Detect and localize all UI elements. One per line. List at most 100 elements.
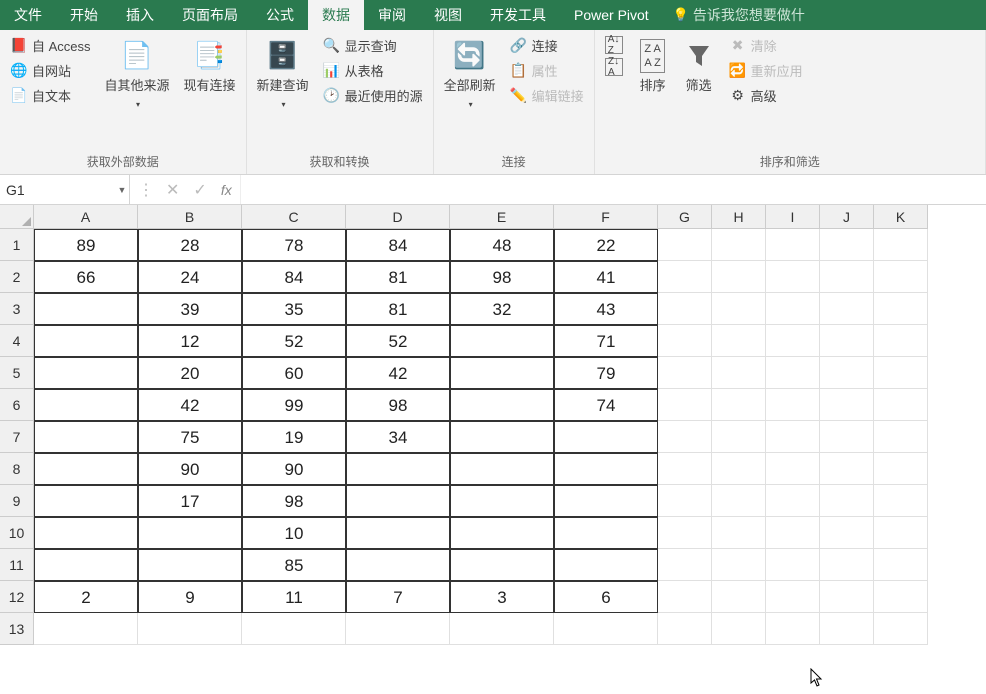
cell-F12[interactable]: 6 [554,581,658,613]
formula-input[interactable] [241,175,986,204]
cell-A2[interactable]: 66 [34,261,138,293]
cell-C7[interactable]: 19 [242,421,346,453]
sf-2[interactable]: ⚙高级 [725,84,807,107]
cell-J8[interactable] [820,453,874,485]
col-header-J[interactable]: J [820,205,874,229]
row-header-8[interactable]: 8 [0,453,34,485]
cell-I13[interactable] [766,613,820,645]
external-2[interactable]: 📄自文本 [6,84,95,107]
cell-C5[interactable]: 60 [242,357,346,389]
cell-K3[interactable] [874,293,928,325]
cell-D12[interactable]: 7 [346,581,450,613]
cell-A4[interactable] [34,325,138,357]
cell-A11[interactable] [34,549,138,581]
col-header-D[interactable]: D [346,205,450,229]
cell-C6[interactable]: 99 [242,389,346,421]
cell-F11[interactable] [554,549,658,581]
cell-G7[interactable] [658,421,712,453]
cell-D5[interactable]: 42 [346,357,450,389]
cell-E7[interactable] [450,421,554,453]
cell-F4[interactable]: 71 [554,325,658,357]
row-header-12[interactable]: 12 [0,581,34,613]
cell-E11[interactable] [450,549,554,581]
cell-I9[interactable] [766,485,820,517]
col-header-A[interactable]: A [34,205,138,229]
cell-H12[interactable] [712,581,766,613]
cell-H8[interactable] [712,453,766,485]
filter[interactable]: 筛选 [679,34,719,97]
cell-B2[interactable]: 24 [138,261,242,293]
cell-J4[interactable] [820,325,874,357]
cell-F6[interactable]: 74 [554,389,658,421]
cell-I12[interactable] [766,581,820,613]
cell-C1[interactable]: 78 [242,229,346,261]
cell-K1[interactable] [874,229,928,261]
cell-I2[interactable] [766,261,820,293]
cell-B4[interactable]: 12 [138,325,242,357]
cell-F7[interactable] [554,421,658,453]
row-header-3[interactable]: 3 [0,293,34,325]
cell-K11[interactable] [874,549,928,581]
menu-tab-审阅[interactable]: 审阅 [364,0,420,30]
cell-K9[interactable] [874,485,928,517]
dots-icon[interactable]: ⋮ [138,180,152,200]
cell-I5[interactable] [766,357,820,389]
cell-E2[interactable]: 98 [450,261,554,293]
col-header-K[interactable]: K [874,205,928,229]
cell-F10[interactable] [554,517,658,549]
cell-B12[interactable]: 9 [138,581,242,613]
menu-tab-插入[interactable]: 插入 [112,0,168,30]
cell-D10[interactable] [346,517,450,549]
cell-I6[interactable] [766,389,820,421]
cell-H11[interactable] [712,549,766,581]
cell-K5[interactable] [874,357,928,389]
cell-H4[interactable] [712,325,766,357]
cell-B7[interactable]: 75 [138,421,242,453]
cell-B5[interactable]: 20 [138,357,242,389]
cell-B8[interactable]: 90 [138,453,242,485]
cell-H1[interactable] [712,229,766,261]
cell-J1[interactable] [820,229,874,261]
gt-0[interactable]: 🔍显示查询 [319,34,427,57]
enter-icon[interactable]: ✓ [193,180,206,200]
cell-C8[interactable]: 90 [242,453,346,485]
menu-tab-Power Pivot[interactable]: Power Pivot [560,0,663,30]
col-header-C[interactable]: C [242,205,346,229]
cell-C4[interactable]: 52 [242,325,346,357]
menu-tab-公式[interactable]: 公式 [252,0,308,30]
cell-J12[interactable] [820,581,874,613]
cell-E6[interactable] [450,389,554,421]
cell-C3[interactable]: 35 [242,293,346,325]
col-header-G[interactable]: G [658,205,712,229]
cell-J9[interactable] [820,485,874,517]
cell-H13[interactable] [712,613,766,645]
cell-D6[interactable]: 98 [346,389,450,421]
cell-B6[interactable]: 42 [138,389,242,421]
row-header-7[interactable]: 7 [0,421,34,453]
cell-G6[interactable] [658,389,712,421]
cell-I3[interactable] [766,293,820,325]
cell-I10[interactable] [766,517,820,549]
tell-me[interactable]: 💡告诉我您想要做什 [663,0,805,30]
cell-G4[interactable] [658,325,712,357]
cell-B1[interactable]: 28 [138,229,242,261]
sort-asc[interactable]: A↓Z [601,34,627,56]
cell-F1[interactable]: 22 [554,229,658,261]
cell-A8[interactable] [34,453,138,485]
cell-E8[interactable] [450,453,554,485]
row-header-13[interactable]: 13 [0,613,34,645]
cell-A13[interactable] [34,613,138,645]
cell-G8[interactable] [658,453,712,485]
cell-G1[interactable] [658,229,712,261]
cell-C10[interactable]: 10 [242,517,346,549]
row-header-10[interactable]: 10 [0,517,34,549]
cell-H9[interactable] [712,485,766,517]
cell-A10[interactable] [34,517,138,549]
col-header-I[interactable]: I [766,205,820,229]
cell-K4[interactable] [874,325,928,357]
cell-G2[interactable] [658,261,712,293]
cell-K6[interactable] [874,389,928,421]
cell-E1[interactable]: 48 [450,229,554,261]
cell-G12[interactable] [658,581,712,613]
sort[interactable]: Z AA Z排序 [633,34,673,97]
